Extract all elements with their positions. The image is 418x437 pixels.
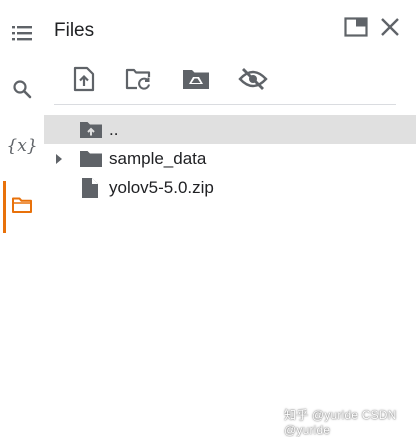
open-in-tab-button[interactable] <box>343 14 369 40</box>
window-icon <box>344 17 368 37</box>
files-button[interactable] <box>0 181 44 233</box>
folder-icon <box>80 151 102 167</box>
file-icon <box>82 177 98 198</box>
panel-title: Files <box>54 20 95 41</box>
left-sidebar: {x} <box>0 0 44 435</box>
file-name: .. <box>109 119 119 139</box>
file-row-parent[interactable]: .. <box>44 115 416 144</box>
file-name: sample_data <box>109 148 207 168</box>
refresh-button[interactable] <box>123 64 155 94</box>
variables-button[interactable]: {x} <box>0 124 44 168</box>
watermark: 知乎 @yuride CSDN @yuride <box>284 408 397 437</box>
close-icon <box>381 18 399 36</box>
search-icon <box>13 80 32 99</box>
file-row-folder[interactable]: sample_data <box>44 144 416 173</box>
hide-files-button[interactable] <box>237 64 269 94</box>
hide-files-icon <box>238 68 268 90</box>
upload-file-icon <box>73 66 95 92</box>
table-of-contents-button[interactable] <box>0 11 44 55</box>
close-button[interactable] <box>377 14 403 40</box>
files-panel: Files .. sample_data yolov5-5.0.zip <box>44 0 418 435</box>
toc-icon <box>12 26 32 41</box>
refresh-folder-icon <box>125 68 151 90</box>
folder-icon <box>12 197 32 213</box>
file-row-file[interactable]: yolov5-5.0.zip <box>44 173 416 202</box>
parent-folder-icon <box>80 122 102 138</box>
toolbar-divider <box>54 104 396 105</box>
search-button[interactable] <box>0 67 44 111</box>
file-name: yolov5-5.0.zip <box>109 177 214 197</box>
variables-icon: {x} <box>6 136 38 156</box>
upload-file-button[interactable] <box>68 64 100 94</box>
mount-drive-button[interactable] <box>180 64 212 94</box>
mount-drive-icon <box>183 70 209 89</box>
expand-arrow-icon[interactable] <box>54 153 64 165</box>
